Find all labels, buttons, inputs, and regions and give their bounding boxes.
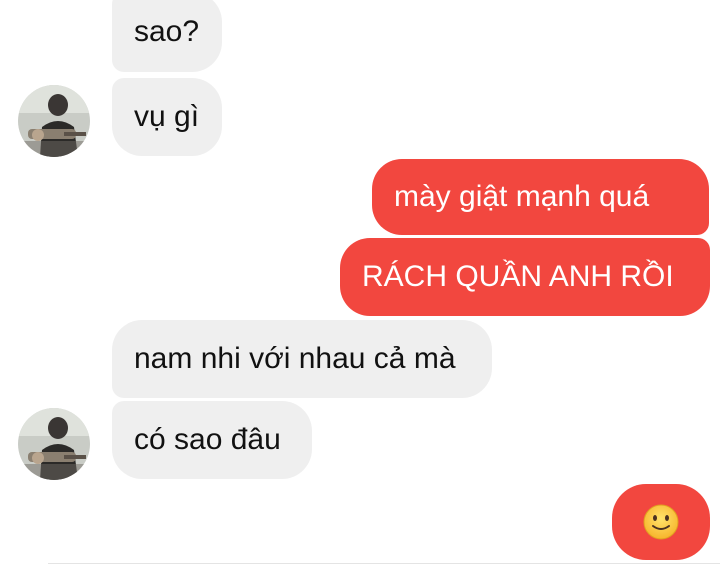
message-text: vụ gì xyxy=(134,100,200,133)
sender-avatar-photo xyxy=(18,85,90,157)
message-text: có sao đâu xyxy=(134,423,281,456)
sender-avatar-photo xyxy=(18,408,90,480)
message-text: RÁCH QUẦN ANH RỒI xyxy=(362,260,674,293)
slightly-smiling-face-icon xyxy=(642,503,680,541)
incoming-message-bubble[interactable]: nam nhi với nhau cả mà xyxy=(112,320,492,398)
outgoing-emoji-bubble[interactable] xyxy=(612,484,710,560)
incoming-message-bubble[interactable]: vụ gì xyxy=(112,78,222,156)
sender-avatar[interactable] xyxy=(18,85,90,157)
incoming-message-bubble[interactable]: sao? xyxy=(112,0,222,72)
incoming-message-bubble[interactable]: có sao đâu xyxy=(112,401,312,479)
divider-line xyxy=(48,563,720,564)
message-text: sao? xyxy=(134,15,200,48)
outgoing-message-bubble[interactable]: mày giật mạnh quá xyxy=(372,159,709,235)
outgoing-message-bubble[interactable]: RÁCH QUẦN ANH RỒI xyxy=(340,238,710,316)
message-text: nam nhi với nhau cả mà xyxy=(134,342,456,375)
sender-avatar[interactable] xyxy=(18,408,90,480)
message-text: mày giật mạnh quá xyxy=(394,180,650,213)
